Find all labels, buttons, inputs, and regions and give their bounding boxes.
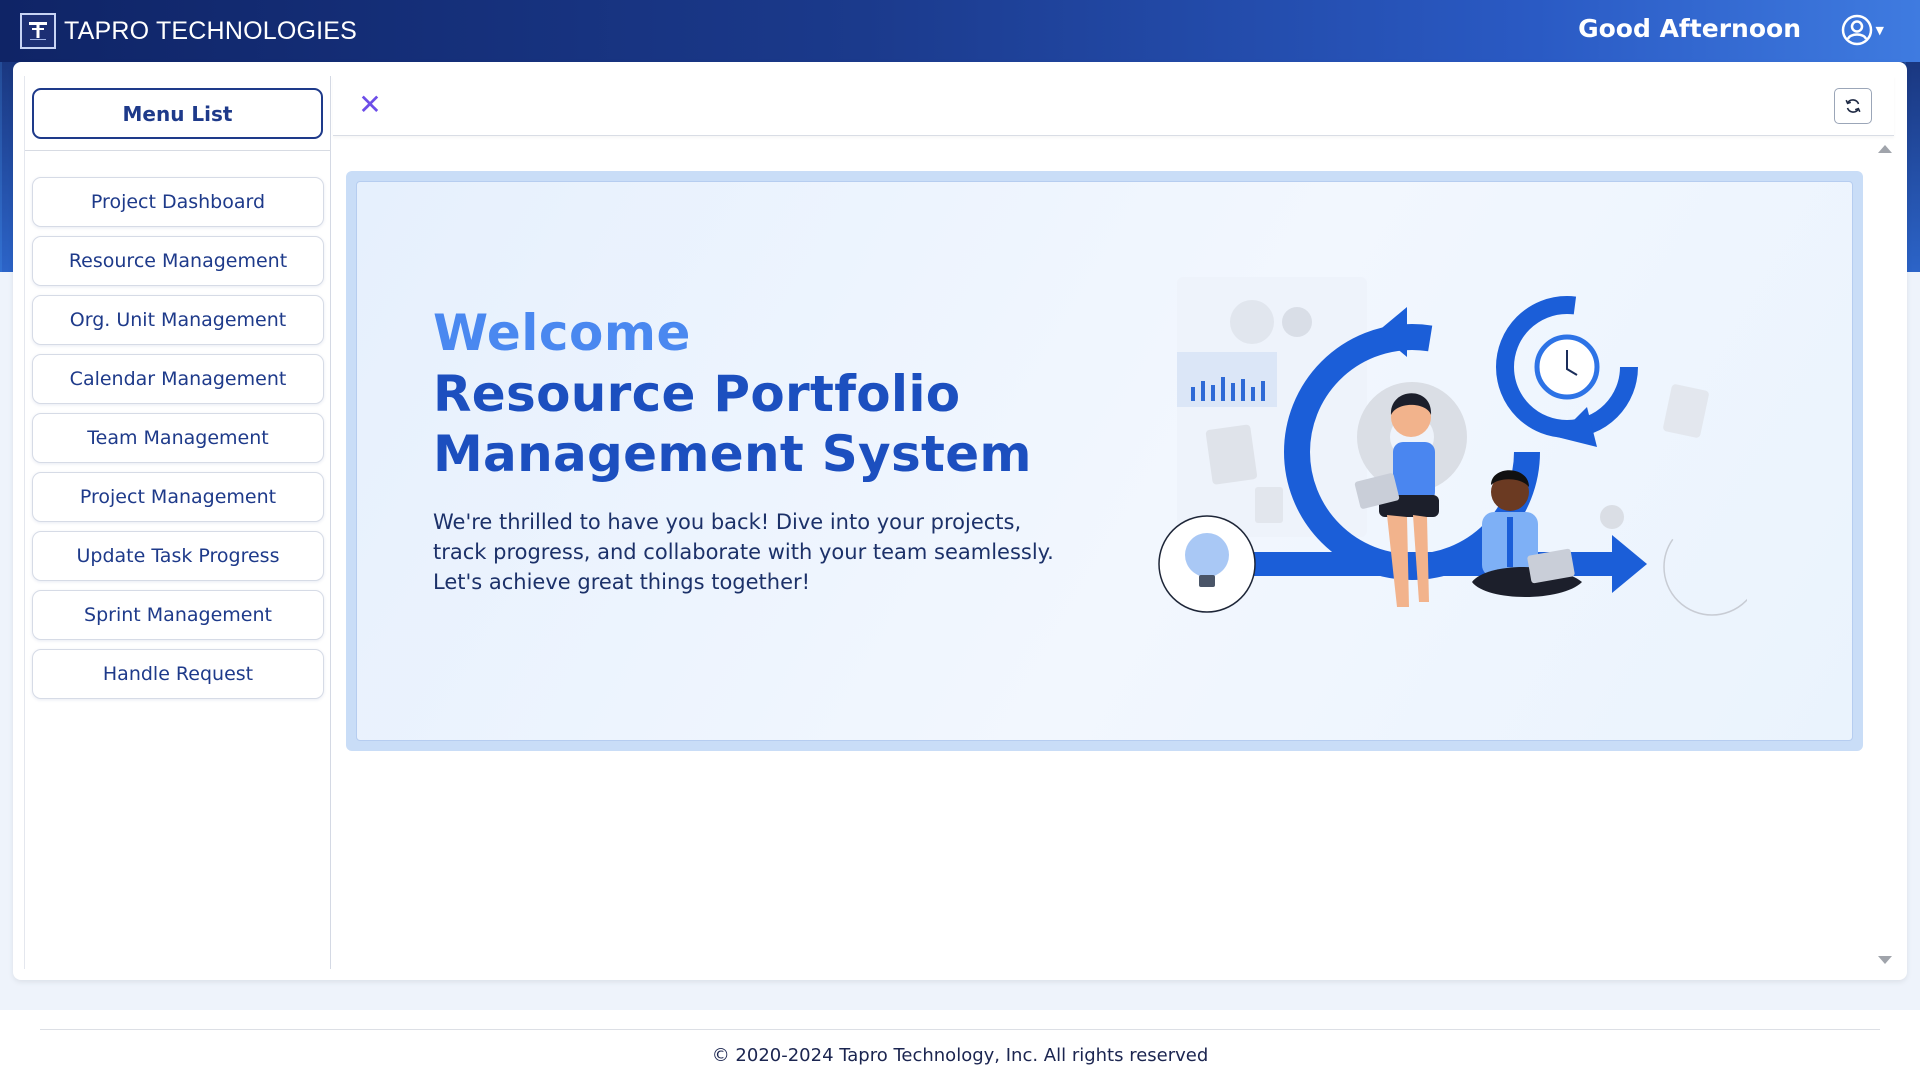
menu-list-button[interactable]: Menu List <box>32 88 323 139</box>
welcome-panel: Welcome Resource Portfolio Management Sy… <box>356 181 1853 741</box>
sidebar-item-project-dashboard[interactable]: Project Dashboard <box>32 177 324 227</box>
welcome-subheading: Resource Portfolio Management System <box>433 365 1032 483</box>
sidebar-item-handle-request[interactable]: Handle Request <box>32 649 324 699</box>
content-toolbar: ✕ <box>333 76 1894 136</box>
user-circle-icon <box>1841 14 1872 46</box>
scroll-down-arrow-icon[interactable] <box>1878 956 1892 964</box>
tapro-logo-icon[interactable] <box>20 13 56 49</box>
copyright-text: © 2020-2024 Tapro Technology, Inc. All r… <box>711 1045 1209 1066</box>
greeting-text: Good Afternoon <box>1578 14 1801 43</box>
welcome-heading: Welcome <box>433 304 691 362</box>
welcome-banner: Welcome Resource Portfolio Management Sy… <box>346 171 1863 751</box>
sidebar-item-update-task-progress[interactable]: Update Task Progress <box>32 531 324 581</box>
sidebar-item-calendar-management[interactable]: Calendar Management <box>32 354 324 404</box>
caret-down-icon: ▼ <box>1875 23 1884 37</box>
sidebar: Menu List Project Dashboard Resource Man… <box>24 76 331 969</box>
refresh-icon <box>1845 99 1861 113</box>
sidebar-item-sprint-management[interactable]: Sprint Management <box>32 590 324 640</box>
footer-divider <box>40 1029 1880 1030</box>
sidebar-item-team-management[interactable]: Team Management <box>32 413 324 463</box>
sidebar-item-resource-management[interactable]: Resource Management <box>32 236 324 286</box>
brand-name: TAPRO TECHNOLOGIES <box>64 16 358 45</box>
refresh-button[interactable] <box>1834 88 1872 124</box>
sidebar-divider <box>25 150 331 151</box>
close-icon[interactable]: ✕ <box>353 88 387 122</box>
scroll-up-arrow-icon[interactable] <box>1878 145 1892 153</box>
welcome-message: We're thrilled to have you back! Dive in… <box>433 510 1054 594</box>
team-collaboration-illustration <box>1158 277 1747 616</box>
sidebar-menu: Project Dashboard Resource Management Or… <box>32 177 324 708</box>
sidebar-item-org-unit-management[interactable]: Org. Unit Management <box>32 295 324 345</box>
user-menu-button[interactable]: ▼ <box>1841 14 1884 46</box>
content-scrollbar[interactable] <box>1874 140 1894 970</box>
top-navigation-bar: TAPRO TECHNOLOGIES Good Afternoon ▼ <box>0 0 1920 62</box>
sidebar-item-project-management[interactable]: Project Management <box>32 472 324 522</box>
